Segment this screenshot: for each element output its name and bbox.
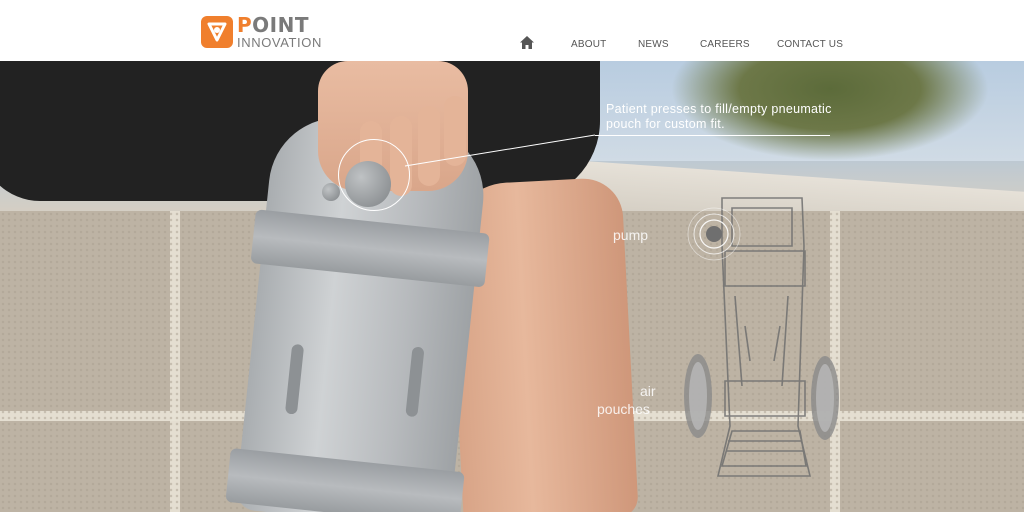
hero-caption: Patient presses to fill/empty pneumatic … — [606, 102, 832, 131]
main-nav: ABOUT NEWS CAREERS CONTACT US — [0, 36, 1024, 56]
logo-wordmark: POINT — [237, 13, 309, 37]
label-pump: pump — [613, 227, 649, 243]
air-pouch-left-icon — [684, 354, 712, 438]
nav-news[interactable]: NEWS — [638, 39, 669, 50]
air-pouch-right-icon — [811, 356, 839, 440]
brace-diagram — [684, 197, 839, 477]
site-header: POINT INNOVATION ABOUT NEWS CAREERS CONT… — [0, 0, 1024, 61]
hero-image: Patient presses to fill/empty pneumatic … — [0, 61, 1024, 512]
nav-careers[interactable]: CAREERS — [700, 39, 750, 50]
nav-about[interactable]: ABOUT — [571, 39, 606, 50]
callout-line — [404, 134, 596, 167]
caption-underline — [595, 135, 830, 136]
label-air: air — [640, 383, 656, 399]
label-pouches: pouches — [597, 401, 650, 417]
home-icon[interactable] — [520, 36, 534, 50]
nav-contact-us[interactable]: CONTACT US — [777, 39, 843, 50]
